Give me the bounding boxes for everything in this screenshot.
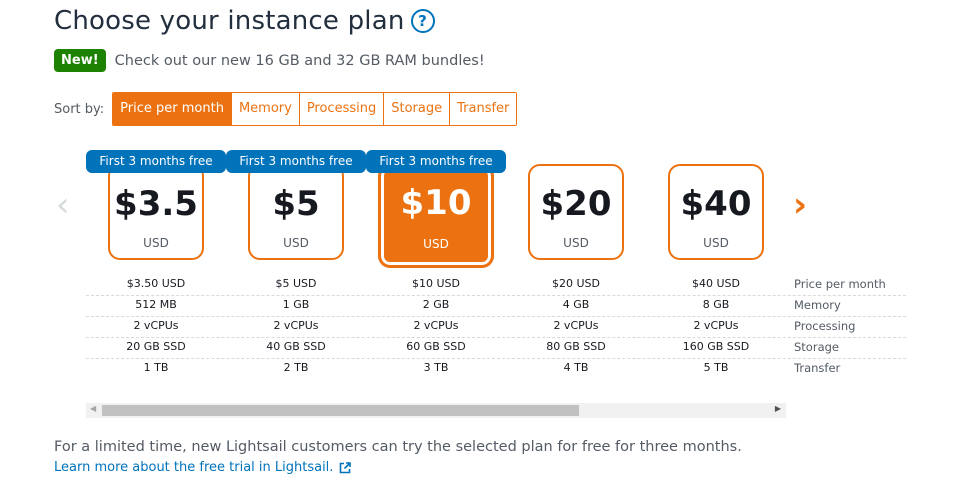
spec-cell: 1 TB	[143, 361, 169, 374]
plan-price: $40	[680, 184, 752, 224]
horizontal-scrollbar[interactable]: ◀ ▶	[86, 403, 786, 418]
spec-cell: 2 vCPUs	[553, 319, 599, 332]
sort-option-processing[interactable]: Processing	[298, 93, 384, 125]
plan-currency: USD	[143, 236, 169, 250]
scroll-right-icon[interactable]: ▶	[775, 404, 781, 413]
spec-row-storage: 20 GB SSD 40 GB SSD 60 GB SSD 80 GB SSD …	[86, 338, 906, 359]
sort-option-memory[interactable]: Memory	[230, 93, 299, 125]
spec-cell: 5 TB	[703, 361, 729, 374]
free-trial-notice: For a limited time, new Lightsail custom…	[54, 439, 742, 455]
sort-option-storage[interactable]: Storage	[383, 93, 450, 125]
plan-currency: USD	[423, 237, 449, 251]
promo-banner: New! Check out our new 16 GB and 32 GB R…	[54, 49, 485, 72]
spec-row-transfer: 1 TB 2 TB 3 TB 4 TB 5 TB Transfer	[86, 359, 906, 379]
free-trial-badge: First 3 months free	[226, 150, 366, 173]
spec-cell: 80 GB SSD	[546, 340, 606, 353]
plan-price: $5	[272, 184, 320, 224]
plan-card-wrapper: First 3 months free $3.5 USD	[86, 150, 226, 270]
plan-price: $10	[400, 183, 472, 223]
spec-row-price: $3.50 USD $5 USD $10 USD $20 USD $40 USD…	[86, 275, 906, 296]
sort-segmented-control: Price per month Memory Processing Storag…	[112, 92, 518, 126]
plan-card-wrapper: First 3 months free $5 USD	[226, 150, 366, 270]
spec-cell: 20 GB SSD	[126, 340, 186, 353]
sort-option-transfer[interactable]: Transfer	[449, 93, 517, 125]
page-header: Choose your instance plan ?	[54, 6, 435, 36]
plan-card[interactable]: $5 USD	[248, 164, 344, 260]
spec-row-processing: 2 vCPUs 2 vCPUs 2 vCPUs 2 vCPUs 2 vCPUs …	[86, 317, 906, 338]
sort-label: Sort by:	[54, 101, 105, 117]
plan-card-wrapper: $40 USD	[646, 150, 786, 270]
scrollbar-thumb[interactable]	[102, 405, 579, 416]
spec-cell: 8 GB	[702, 298, 730, 311]
plan-card-wrapper: First 3 months free $10 USD	[366, 150, 506, 270]
plan-card[interactable]: $3.5 USD	[108, 164, 204, 260]
sort-option-price[interactable]: Price per month	[113, 93, 231, 125]
spec-cell: $10 USD	[412, 277, 460, 290]
spec-cell: 2 vCPUs	[133, 319, 179, 332]
spec-cell: 3 TB	[423, 361, 449, 374]
help-icon[interactable]: ?	[410, 9, 435, 33]
spec-cell: $40 USD	[692, 277, 740, 290]
spec-cell: 40 GB SSD	[266, 340, 326, 353]
new-badge: New!	[54, 49, 106, 72]
free-trial-link[interactable]: Learn more about the free trial in Light…	[54, 460, 352, 475]
scroll-left-icon[interactable]: ◀	[90, 404, 96, 413]
plan-card-selected[interactable]: $10 USD	[378, 164, 494, 268]
plan-currency: USD	[563, 236, 589, 250]
spec-cell: $20 USD	[552, 277, 600, 290]
spec-cell: $3.50 USD	[126, 277, 186, 290]
spec-row-memory: 512 MB 1 GB 2 GB 4 GB 8 GB Memory	[86, 296, 906, 317]
promo-text: Check out our new 16 GB and 32 GB RAM bu…	[114, 52, 485, 69]
chevron-left-icon[interactable]: ‹	[56, 188, 70, 222]
spec-cell: 2 GB	[422, 298, 450, 311]
spec-cell: $5 USD	[275, 277, 317, 290]
plan-card[interactable]: $40 USD	[668, 164, 764, 260]
spec-cell: 4 TB	[563, 361, 589, 374]
free-trial-badge: First 3 months free	[86, 150, 226, 173]
plan-price: $20	[540, 184, 612, 224]
spec-label: Memory	[794, 298, 841, 312]
spec-label: Price per month	[794, 277, 886, 291]
free-trial-badge: First 3 months free	[366, 150, 506, 173]
plan-currency: USD	[283, 236, 309, 250]
spec-cell: 1 GB	[282, 298, 310, 311]
plan-currency: USD	[703, 236, 729, 250]
spec-label: Transfer	[794, 361, 841, 375]
spec-cell: 2 TB	[283, 361, 309, 374]
spec-cell: 160 GB SSD	[682, 340, 750, 353]
plan-card-wrapper: $20 USD	[506, 150, 646, 270]
spec-label: Processing	[794, 319, 856, 333]
plan-card[interactable]: $20 USD	[528, 164, 624, 260]
free-trial-link-label[interactable]: Learn more about the free trial in Light…	[54, 460, 333, 475]
spec-cell: 2 vCPUs	[413, 319, 459, 332]
spec-cell: 2 vCPUs	[693, 319, 739, 332]
sort-control: Sort by: Price per month Memory Processi…	[54, 92, 518, 126]
spec-cell: 60 GB SSD	[406, 340, 466, 353]
plan-price: $3.5	[114, 184, 198, 224]
external-link-icon	[340, 461, 352, 473]
plan-specs-table: $3.50 USD $5 USD $10 USD $20 USD $40 USD…	[86, 275, 906, 379]
spec-cell: 2 vCPUs	[273, 319, 319, 332]
page-title: Choose your instance plan	[54, 6, 405, 36]
spec-cell: 4 GB	[562, 298, 590, 311]
spec-cell: 512 MB	[135, 298, 177, 311]
chevron-right-icon[interactable]: ›	[793, 188, 807, 222]
spec-label: Storage	[794, 340, 839, 354]
